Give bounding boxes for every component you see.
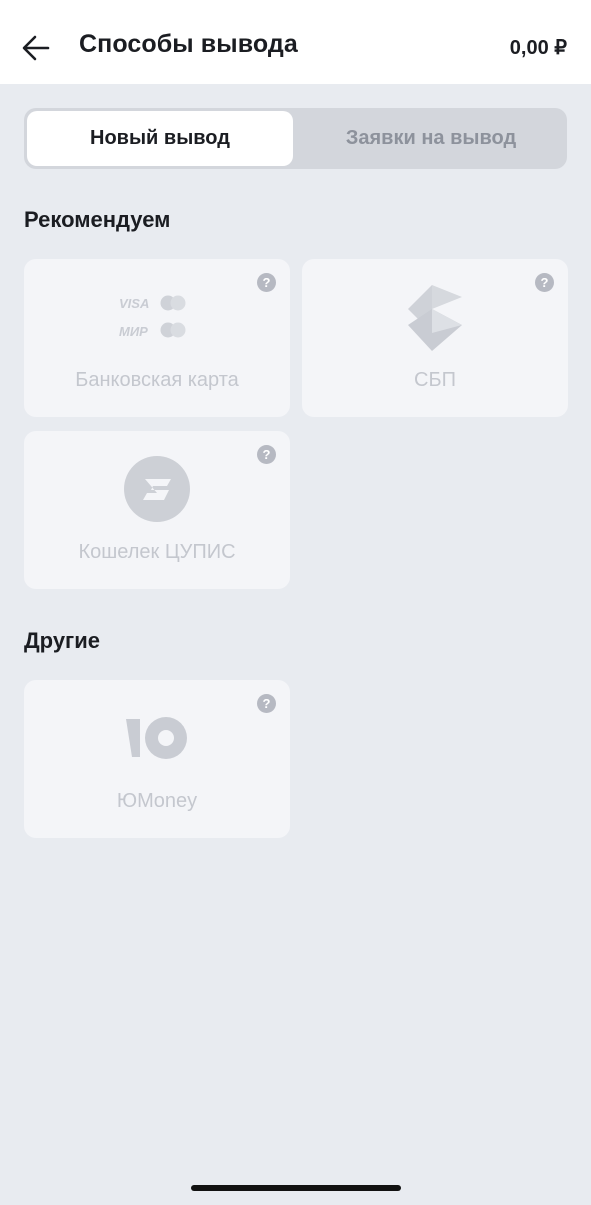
mir-logo-text: МИР <box>119 324 148 339</box>
method-label: Кошелек ЦУПИС <box>78 541 236 563</box>
tab-withdrawal-requests[interactable]: Заявки на вывод <box>298 111 564 166</box>
method-label: Банковская карта <box>75 369 239 391</box>
method-card-cupis[interactable]: ? Кошелек ЦУПИС <box>24 431 290 589</box>
cupis-icon <box>24 455 290 523</box>
method-label: СБП <box>414 369 456 391</box>
home-indicator[interactable] <box>191 1185 401 1191</box>
sbp-icon <box>302 283 568 351</box>
yumoney-icon <box>24 704 290 772</box>
page-title: Способы вывода <box>79 30 298 58</box>
balance-amount: 0,00 ₽ <box>509 37 567 59</box>
section-title-others: Другие <box>24 628 100 653</box>
back-arrow-icon[interactable] <box>22 34 50 62</box>
section-title-recommended: Рекомендуем <box>24 207 171 232</box>
tab-new-withdrawal[interactable]: Новый вывод <box>27 111 293 166</box>
withdraw-tabs: Новый вывод Заявки на вывод <box>24 108 567 169</box>
bank-card-icon: VISA МИР <box>24 283 290 351</box>
method-card-bank-card[interactable]: ? VISA МИР Банковская карта <box>24 259 290 417</box>
method-card-yumoney[interactable]: ? ЮMoney <box>24 680 290 838</box>
method-card-sbp[interactable]: ? СБП <box>302 259 568 417</box>
method-label: ЮMoney <box>116 790 198 812</box>
app-header: Способы вывода 0,00 ₽ <box>0 0 591 84</box>
visa-logo-text: VISA <box>119 296 149 311</box>
